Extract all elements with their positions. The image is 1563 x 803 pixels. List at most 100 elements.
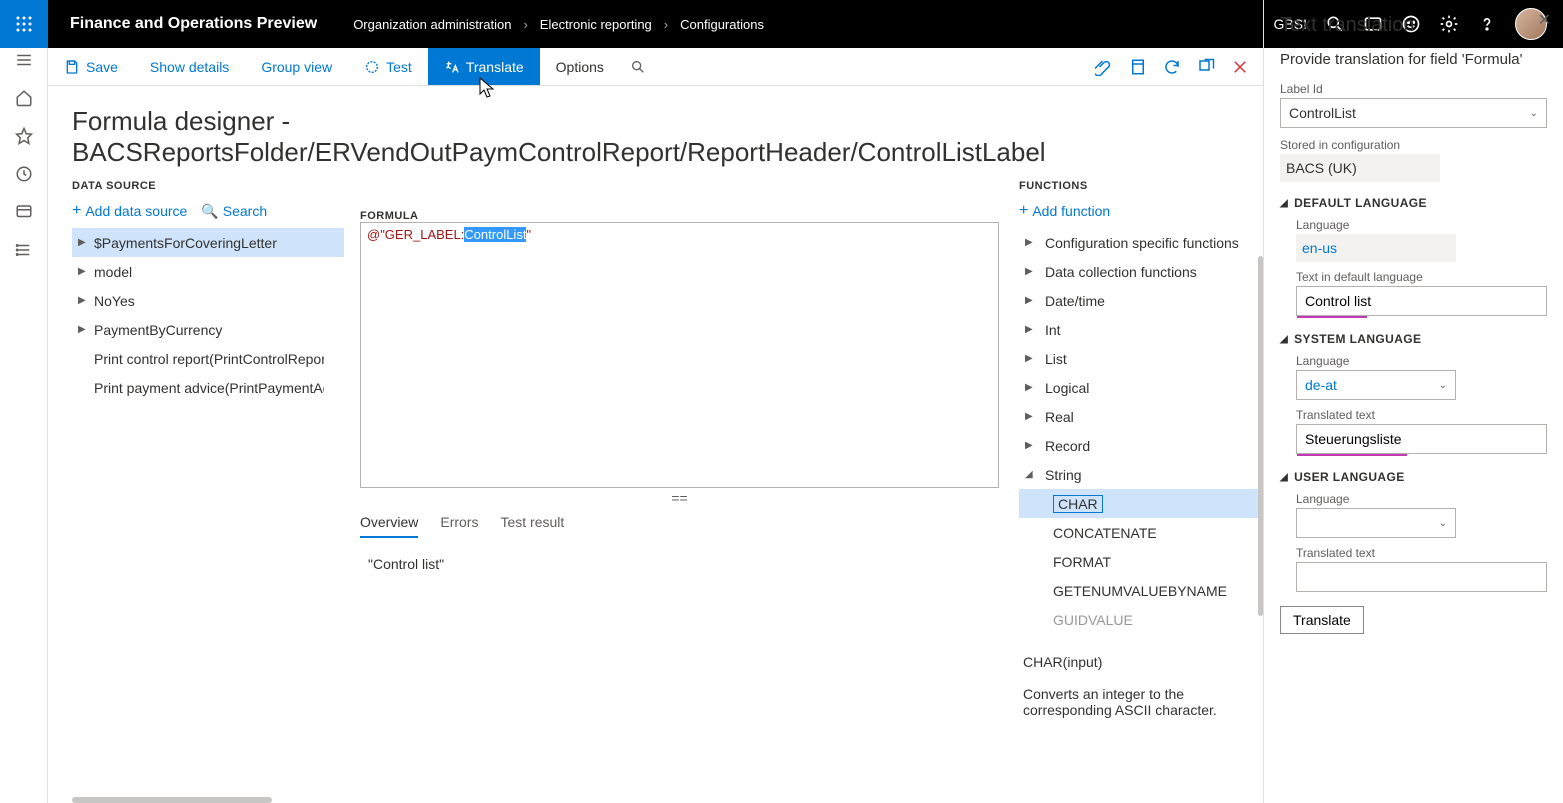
function-group[interactable]: ▶ Record	[1019, 431, 1263, 460]
section-header-label: USER LANGUAGE	[1294, 470, 1405, 484]
translate-action-button[interactable]: Translate	[1280, 606, 1364, 634]
function-group[interactable]: ▶ Date/time	[1019, 286, 1263, 315]
test-icon	[364, 59, 380, 75]
data-source-item[interactable]: ▶PaymentByCurrency	[72, 315, 344, 344]
app-launcher-button[interactable]	[0, 0, 48, 48]
workspace-icon[interactable]	[14, 202, 34, 222]
add-data-source-label: Add data source	[85, 203, 187, 219]
functions-header: FUNCTIONS	[1019, 180, 1263, 192]
breadcrumb-item[interactable]: Organization administration	[353, 17, 511, 32]
save-button[interactable]: Save	[48, 48, 134, 85]
function-group[interactable]: ▶Real	[1019, 402, 1263, 431]
test-button[interactable]: Test	[348, 48, 428, 85]
label-id-dropdown[interactable]: ControlList ⌄	[1280, 98, 1547, 128]
translate-button[interactable]: Translate	[428, 48, 540, 85]
function-group[interactable]: ◢ String	[1019, 460, 1263, 489]
formula-editor[interactable]: @"GER_LABEL:ControlList"	[360, 222, 999, 488]
formula-text-selection: ControlList	[464, 227, 526, 242]
chevron-right-icon: ▶	[78, 295, 88, 306]
data-source-tree: ▶$PaymentsForCoveringLetter ▶ model ▶ NoYe…	[72, 228, 344, 402]
home-icon[interactable]	[14, 88, 34, 108]
chevron-down-icon: ◢	[1025, 469, 1039, 480]
formula-header: FORMULA	[360, 210, 999, 222]
translate-label: Translate	[466, 59, 524, 75]
function-item[interactable]: CHAR	[1019, 489, 1263, 518]
data-source-item-label: Print control report(PrintControlReport)	[94, 351, 324, 367]
group-view-button[interactable]: Group view	[245, 48, 348, 85]
function-item[interactable]: GUIDVALUE	[1019, 605, 1263, 634]
chevron-right-icon: ▶	[78, 237, 88, 248]
default-language-section[interactable]: ◢DEFAULT LANGUAGE	[1280, 196, 1547, 210]
office-icon[interactable]	[1129, 58, 1147, 76]
user-text-label: Translated text	[1296, 546, 1547, 560]
function-group-label: String	[1045, 467, 1082, 483]
close-panel-button[interactable]: ✕	[1538, 10, 1551, 30]
data-source-item[interactable]: ▶Print control report(PrintControlReport…	[72, 344, 344, 373]
modules-icon[interactable]	[14, 240, 34, 260]
chevron-right-icon: ▶	[1025, 295, 1039, 306]
tab-errors[interactable]: Errors	[440, 514, 478, 538]
data-source-item[interactable]: ▶ NoYes	[72, 286, 344, 315]
data-source-item[interactable]: ▶$PaymentsForCoveringLetter	[72, 228, 344, 257]
user-language-dropdown[interactable]: ⌄	[1296, 508, 1456, 538]
user-text-input[interactable]	[1296, 562, 1547, 592]
chevron-down-icon: ⌄	[1530, 108, 1538, 119]
function-group[interactable]: ▶Configuration specific functions	[1019, 228, 1263, 257]
chevron-down-icon: ◢	[1280, 198, 1288, 209]
add-function-button[interactable]: Add function	[1019, 202, 1110, 220]
stored-config-value: BACS (UK)	[1280, 154, 1440, 182]
function-group-label: Date/time	[1045, 293, 1105, 309]
breadcrumb-item[interactable]: Electronic reporting	[540, 17, 652, 32]
attachments-icon[interactable]	[1095, 58, 1113, 76]
data-source-item[interactable]: ▶Print payment advice(PrintPaymentAdvice…	[72, 373, 344, 402]
data-source-item-label: model	[94, 264, 132, 280]
hamburger-icon[interactable]	[14, 50, 34, 70]
refresh-icon[interactable]	[1163, 58, 1181, 76]
function-group-label: Logical	[1045, 380, 1089, 396]
recent-icon[interactable]	[14, 164, 34, 184]
chevron-down-icon: ◢	[1280, 334, 1288, 345]
label-id-value: ControlList	[1289, 105, 1356, 121]
system-language-dropdown[interactable]: de-at⌄	[1296, 370, 1456, 400]
function-group[interactable]: ▶List	[1019, 344, 1263, 373]
function-item-label: GUIDVALUE	[1053, 612, 1133, 628]
close-icon[interactable]	[1231, 58, 1249, 76]
function-item-label: CONCATENATE	[1053, 525, 1157, 541]
panel-subtitle: Provide translation for field 'Formula'	[1280, 51, 1547, 68]
search-command-button[interactable]	[620, 48, 656, 85]
function-group[interactable]: ▶Logical	[1019, 373, 1263, 402]
cursor-icon	[478, 76, 496, 101]
search-data-source-button[interactable]: 🔍Search	[201, 203, 267, 220]
tab-overview[interactable]: Overview	[360, 514, 418, 538]
chevron-right-icon: ▶	[78, 266, 88, 277]
horizontal-scrollbar[interactable]	[72, 797, 272, 803]
function-group-label: Record	[1045, 438, 1090, 454]
translated-text-label: Translated text	[1296, 408, 1547, 422]
system-language-label: Language	[1296, 354, 1547, 368]
show-details-button[interactable]: Show details	[134, 48, 245, 85]
user-language-section[interactable]: ◢USER LANGUAGE	[1280, 470, 1547, 484]
page-title: Formula designer - BACSReportsFolder/ERV…	[48, 86, 1263, 180]
function-group[interactable]: ▶Data collection functions	[1019, 257, 1263, 286]
function-item[interactable]: GETENUMVALUEBYNAME	[1019, 576, 1263, 605]
star-icon[interactable]	[14, 126, 34, 146]
chevron-right-icon: ▶	[1025, 440, 1039, 451]
default-text-input[interactable]	[1296, 286, 1547, 316]
splitter-handle[interactable]: ==	[360, 488, 999, 508]
function-item[interactable]: FORMAT	[1019, 547, 1263, 576]
function-item[interactable]: CONCATENATE	[1019, 518, 1263, 547]
chevron-right-icon: ▶	[1025, 353, 1039, 364]
data-source-item[interactable]: ▶ model	[72, 257, 344, 286]
popout-icon[interactable]	[1197, 58, 1215, 76]
system-language-section[interactable]: ◢SYSTEM LANGUAGE	[1280, 332, 1547, 346]
function-group-label: Int	[1045, 322, 1061, 338]
function-group[interactable]: ▶Int	[1019, 315, 1263, 344]
data-source-item-label: NoYes	[94, 293, 135, 309]
tab-test-result[interactable]: Test result	[500, 514, 564, 538]
options-button[interactable]: Options	[540, 48, 620, 85]
add-data-source-button[interactable]: Add data source	[72, 202, 187, 220]
app-title: Finance and Operations Preview	[48, 15, 339, 33]
translated-text-input[interactable]	[1296, 424, 1547, 454]
functions-tree: ▶Configuration specific functions ▶Data …	[1019, 228, 1263, 634]
breadcrumb-item[interactable]: Configurations	[680, 17, 764, 32]
